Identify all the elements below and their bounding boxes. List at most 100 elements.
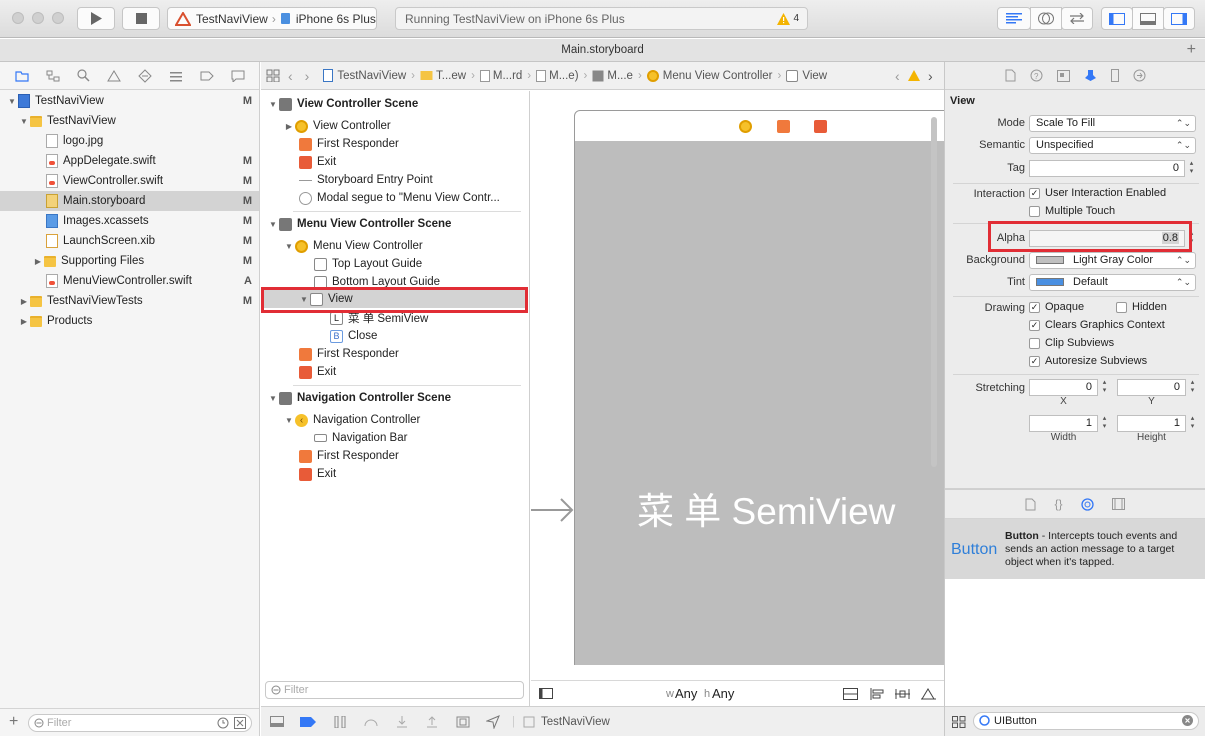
tree-row-file[interactable]: AppDelegate.swift M xyxy=(0,151,259,171)
outline-row[interactable]: Exit xyxy=(261,465,529,483)
outline-row[interactable]: Top Layout Guide xyxy=(261,255,529,273)
find-navigator-icon[interactable] xyxy=(76,69,90,82)
clears-graphics-checkbox[interactable]: ✓ Clears Graphics Context xyxy=(1029,319,1165,331)
tint-color-popup[interactable]: Default ⌃⌄ xyxy=(1029,274,1196,291)
outline-row[interactable]: ▼ Menu View Controller xyxy=(261,237,529,255)
minimize-window-button[interactable] xyxy=(32,12,44,24)
disclosure-closed-icon[interactable]: ▶ xyxy=(32,257,44,266)
related-items-icon[interactable] xyxy=(266,69,280,82)
tree-row-group[interactable]: ▼ TestNaviView xyxy=(0,111,259,131)
disclosure-open-icon[interactable]: ▼ xyxy=(283,416,295,425)
stack-view-icon[interactable] xyxy=(843,687,858,700)
outline-row[interactable]: Storyboard Entry Point xyxy=(261,171,529,189)
tag-field[interactable]: 0 xyxy=(1029,160,1185,177)
stretch-height-stepper[interactable]: ▴ ▾ xyxy=(1188,415,1197,432)
alpha-stepper[interactable]: ▴ ▾ xyxy=(1187,230,1196,247)
version-editor-button[interactable] xyxy=(1061,7,1093,30)
align-icon[interactable] xyxy=(870,687,885,700)
scene-dock-exit-icon[interactable] xyxy=(814,120,827,133)
disclosure-closed-icon[interactable]: ▶ xyxy=(283,122,295,131)
zoom-window-button[interactable] xyxy=(52,12,64,24)
opaque-checkbox[interactable]: ✓ Opaque xyxy=(1029,301,1084,313)
outline-row[interactable]: ▶ View Controller xyxy=(261,117,529,135)
tree-row-file[interactable]: logo.jpg xyxy=(0,131,259,151)
scene-dock-vc-icon[interactable] xyxy=(739,120,752,133)
canvas-vertical-scrollbar[interactable] xyxy=(931,117,937,467)
disclosure-open-icon[interactable]: ▼ xyxy=(18,117,30,126)
outline-scene-row[interactable]: ▼ Navigation Controller Scene xyxy=(261,389,529,407)
location-icon[interactable] xyxy=(486,714,500,729)
folder-navigator-icon[interactable] xyxy=(14,70,29,82)
stretch-y-stepper[interactable]: ▴ ▾ xyxy=(1188,379,1197,396)
pin-icon[interactable] xyxy=(895,688,910,700)
outline-row[interactable]: ▼ ‹ Navigation Controller xyxy=(261,411,529,429)
tree-row-group[interactable]: ▶ TestNaviViewTests M xyxy=(0,291,259,311)
tree-row-file[interactable]: LaunchScreen.xib M xyxy=(0,231,259,251)
tree-row-project[interactable]: ▼ TestNaviView M xyxy=(0,91,259,111)
tree-row-file-selected[interactable]: Main.storyboard M xyxy=(0,191,259,211)
stretch-x-field[interactable]: 0 xyxy=(1029,379,1098,396)
toggle-navigator-button[interactable] xyxy=(1101,7,1133,30)
disclosure-open-icon[interactable]: ▼ xyxy=(283,242,295,251)
step-over-icon[interactable] xyxy=(364,716,378,728)
jumpbar-crumb[interactable]: M...rd xyxy=(493,70,522,82)
mode-popup[interactable]: Scale To Fill ⌃⌄ xyxy=(1029,115,1196,132)
view-controller-frame[interactable]: 菜 单 SemiView xyxy=(574,110,944,665)
file-inspector-icon[interactable] xyxy=(1005,69,1016,82)
autoresize-subviews-checkbox[interactable]: ✓ Autoresize Subviews xyxy=(1029,355,1147,367)
semi-view[interactable]: 菜 单 SemiView xyxy=(575,141,944,665)
identity-inspector-icon[interactable] xyxy=(1056,69,1070,82)
jumpbar-crumb[interactable]: Menu View Controller xyxy=(663,70,773,82)
user-interaction-checkbox[interactable]: ✓ User Interaction Enabled xyxy=(1029,187,1166,199)
hidden-checkbox[interactable]: Hidden xyxy=(1116,301,1167,313)
stretch-height-field[interactable]: 1 xyxy=(1117,415,1186,432)
semiview-label[interactable]: 菜 单 SemiView xyxy=(637,481,895,535)
size-inspector-icon[interactable] xyxy=(1110,69,1119,82)
toggle-debug-button[interactable] xyxy=(1132,7,1164,30)
stretch-x-stepper[interactable]: ▴ ▾ xyxy=(1100,379,1109,396)
disclosure-open-icon[interactable]: ▼ xyxy=(267,394,279,403)
connections-inspector-icon[interactable] xyxy=(1133,69,1146,82)
jumpbar-crumb[interactable]: M...e xyxy=(607,70,633,82)
tag-stepper[interactable]: ▴ ▾ xyxy=(1187,160,1196,177)
add-file-icon[interactable]: + xyxy=(9,713,18,731)
outline-row[interactable]: Navigation Bar xyxy=(261,429,529,447)
close-window-button[interactable] xyxy=(12,12,24,24)
report-navigator-icon[interactable] xyxy=(231,70,245,82)
back-icon[interactable]: ‹ xyxy=(288,68,293,84)
size-class-height[interactable]: Any xyxy=(712,686,734,701)
scheme-selector[interactable]: TestNaviView › iPhone 6s Plus xyxy=(167,7,377,30)
step-out-icon[interactable] xyxy=(426,715,438,728)
tab-main-storyboard[interactable]: Main.storyboard xyxy=(561,44,643,56)
debug-target-label[interactable]: TestNaviView xyxy=(541,716,610,728)
scene-dock-responder-icon[interactable] xyxy=(777,120,790,133)
semantic-popup[interactable]: Unspecified ⌃⌄ xyxy=(1029,137,1196,154)
debug-navigator-icon[interactable] xyxy=(169,70,183,82)
warning-icon[interactable] xyxy=(908,70,920,81)
tree-row-file[interactable]: MenuViewController.swift A xyxy=(0,271,259,291)
standard-editor-button[interactable] xyxy=(997,7,1031,30)
disclosure-open-icon[interactable]: ▼ xyxy=(267,100,279,109)
pause-icon[interactable] xyxy=(334,715,346,728)
jumpbar-crumb[interactable]: View xyxy=(802,70,827,82)
outline-row[interactable]: Bottom Layout Guide xyxy=(261,273,529,291)
scm-filter-icon[interactable] xyxy=(234,717,246,729)
object-library-icon[interactable] xyxy=(1080,497,1094,511)
navigator-filter-input[interactable]: Filter xyxy=(28,714,252,732)
outline-row[interactable]: B Close xyxy=(261,327,529,345)
outline-toggle-icon[interactable] xyxy=(539,688,553,699)
jumpbar-crumb[interactable]: TestNaviView xyxy=(337,70,406,82)
outline-scene-row[interactable]: ▼ View Controller Scene xyxy=(261,95,529,113)
disclosure-open-icon[interactable]: ▼ xyxy=(267,220,279,229)
hide-debug-area-icon[interactable] xyxy=(270,716,284,727)
attributes-inspector-icon[interactable] xyxy=(1084,69,1097,82)
step-into-icon[interactable] xyxy=(396,715,408,728)
warning-indicator[interactable]: 4 xyxy=(777,12,799,25)
next-issue-icon[interactable]: › xyxy=(928,68,933,84)
outline-row[interactable]: Modal segue to "Menu View Contr... xyxy=(261,189,529,207)
breakpoint-navigator-icon[interactable] xyxy=(200,70,214,82)
clip-subviews-checkbox[interactable]: Clip Subviews xyxy=(1029,337,1114,349)
outline-row[interactable]: L 菜 单 SemiView xyxy=(261,309,529,327)
add-tab-icon[interactable]: + xyxy=(1187,39,1196,61)
stretch-width-field[interactable]: 1 xyxy=(1029,415,1098,432)
